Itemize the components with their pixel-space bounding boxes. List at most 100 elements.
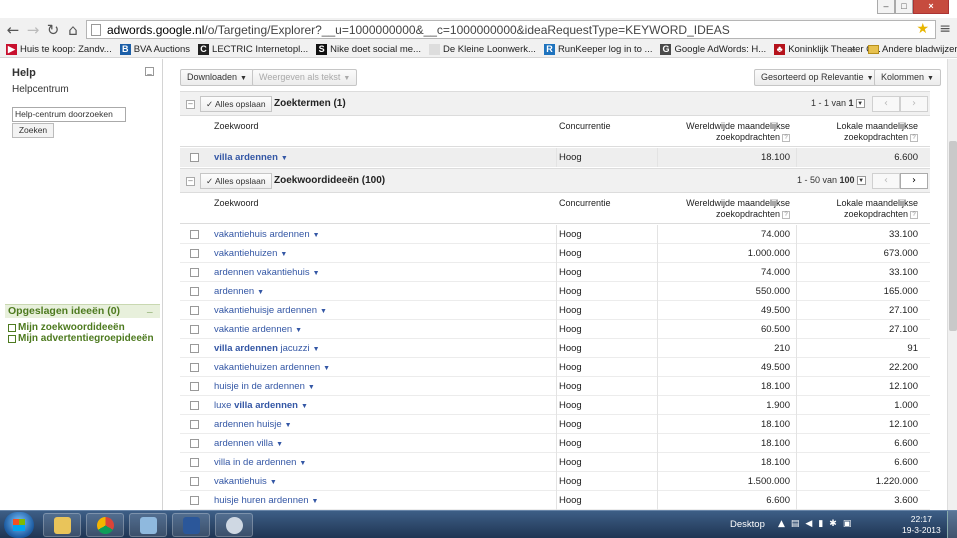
forward-arrow-icon[interactable]: →: [24, 21, 42, 39]
keyword-dropdown-icon[interactable]: ▼: [313, 346, 320, 353]
keyword-link[interactable]: luxe villa ardennen ▼: [214, 400, 308, 411]
keyword-link[interactable]: vakantiehuis ardennen ▼: [214, 229, 320, 240]
row-checkbox[interactable]: [190, 268, 199, 277]
sort-button[interactable]: Gesorteerd op Relevantie ▼: [754, 69, 881, 86]
keyword-dropdown-icon[interactable]: ▼: [313, 270, 320, 277]
keyword-dropdown-icon[interactable]: ▼: [299, 460, 306, 467]
scroll-thumb[interactable]: [949, 141, 957, 331]
help-question-icon[interactable]: ?: [910, 133, 918, 142]
keyword-dropdown-icon[interactable]: ▼: [281, 155, 288, 162]
notepad-taskbar-icon[interactable]: [129, 513, 167, 537]
next-page-button[interactable]: ›: [900, 96, 928, 112]
bookmark-item[interactable]: ♣ Koninklijk Theater C...: [774, 44, 881, 55]
global-searches-column-header[interactable]: Wereldwijde maandelijkse zoekopdrachten?: [686, 198, 790, 220]
competition-column-header[interactable]: Concurrentie: [559, 121, 611, 132]
keyword-dropdown-icon[interactable]: ▼: [301, 403, 308, 410]
keyword-dropdown-icon[interactable]: ▼: [323, 365, 330, 372]
keyword-link[interactable]: ardennen vakantiehuis ▼: [214, 267, 320, 278]
help-search-button[interactable]: Zoeken: [12, 123, 54, 138]
global-searches-column-header[interactable]: Wereldwijde maandelijkse zoekopdrachten?: [686, 121, 790, 143]
row-checkbox[interactable]: [190, 439, 199, 448]
home-icon[interactable]: ⌂: [64, 21, 82, 39]
bookmark-item[interactable]: ▶ Huis te koop: Zandv...: [6, 44, 112, 55]
system-tray-icons[interactable]: ▲▤◀▮✱▣: [778, 519, 857, 529]
local-searches-column-header[interactable]: Lokale maandelijkse zoekopdrachten?: [836, 121, 918, 143]
competition-column-header[interactable]: Concurrentie: [559, 198, 611, 209]
pager-dropdown-icon[interactable]: ▼: [855, 99, 865, 109]
bookmark-item[interactable]: De Kleine Loonwerk...: [428, 44, 536, 55]
bookmark-item[interactable]: G Google AdWords: H...: [660, 44, 766, 55]
explorer-taskbar-icon[interactable]: [43, 513, 81, 537]
prev-page-button[interactable]: ‹: [872, 173, 900, 189]
keyword-column-header[interactable]: Zoekwoord: [214, 198, 259, 209]
reload-icon[interactable]: ↻: [44, 21, 62, 39]
keyword-link[interactable]: vakantiehuis ▼: [214, 476, 277, 487]
close-button[interactable]: ×: [913, 0, 949, 14]
row-checkbox[interactable]: [190, 382, 199, 391]
keyword-dropdown-icon[interactable]: ▼: [312, 498, 319, 505]
keyword-link[interactable]: villa in de ardennen ▼: [214, 457, 306, 468]
pager-dropdown-icon[interactable]: ▼: [856, 176, 866, 186]
keyword-link[interactable]: vakantiehuizen ardennen ▼: [214, 362, 330, 373]
keyword-link[interactable]: villa ardennen ▼: [214, 152, 288, 163]
local-searches-column-header[interactable]: Lokale maandelijkse zoekopdrachten?: [836, 198, 918, 220]
keyword-link[interactable]: villa ardennen jacuzzi ▼: [214, 343, 320, 354]
collapse-help-icon[interactable]: _: [145, 67, 154, 76]
row-checkbox[interactable]: [190, 344, 199, 353]
vertical-scrollbar[interactable]: [947, 59, 957, 510]
show-desktop-button[interactable]: [947, 511, 957, 538]
back-arrow-icon[interactable]: ←: [4, 21, 22, 39]
desktop-toolbar-label[interactable]: Desktop: [730, 519, 765, 530]
help-search-input[interactable]: Help-centrum doorzoeken: [12, 107, 126, 122]
other-bookmarks-folder[interactable]: Andere bladwijzers: [868, 44, 957, 55]
row-checkbox[interactable]: [190, 306, 199, 315]
help-question-icon[interactable]: ?: [782, 210, 790, 219]
help-center-link[interactable]: Helpcentrum: [12, 84, 69, 95]
keyword-link[interactable]: ardennen huisje ▼: [214, 419, 292, 430]
view-as-text-button[interactable]: Weergeven als tekst ▼: [252, 69, 358, 86]
keyword-dropdown-icon[interactable]: ▼: [308, 384, 315, 391]
keyword-column-header[interactable]: Zoekwoord: [214, 121, 259, 132]
save-all-button[interactable]: ✓ Alles opslaan: [200, 96, 272, 112]
save-all-button[interactable]: ✓ Alles opslaan: [200, 173, 272, 189]
row-checkbox[interactable]: [190, 230, 199, 239]
keyword-link[interactable]: vakantiehuisje ardennen ▼: [214, 305, 327, 316]
collapse-saved-icon[interactable]: _: [147, 303, 153, 314]
keyword-dropdown-icon[interactable]: ▼: [295, 327, 302, 334]
keyword-dropdown-icon[interactable]: ▼: [280, 251, 287, 258]
row-checkbox[interactable]: [190, 249, 199, 258]
bookmark-item[interactable]: R RunKeeper log in to ...: [543, 44, 652, 55]
start-button-icon[interactable]: [4, 512, 34, 538]
keyword-dropdown-icon[interactable]: ▼: [276, 441, 283, 448]
keyword-link[interactable]: huisje in de ardennen ▼: [214, 381, 315, 392]
help-question-icon[interactable]: ?: [910, 210, 918, 219]
minimize-button[interactable]: –: [877, 0, 895, 14]
clock[interactable]: 22:17 19-3-2013: [902, 514, 941, 536]
collapse-icon[interactable]: –: [186, 177, 195, 186]
chrome-menu-icon[interactable]: ≡: [939, 21, 951, 37]
download-button[interactable]: Downloaden ▼: [180, 69, 254, 86]
row-checkbox[interactable]: [190, 496, 199, 505]
saved-adgroup-ideas-link[interactable]: Mijn advertentiegroepideeën: [8, 333, 154, 344]
saved-keyword-ideas-link[interactable]: Mijn zoekwoordideeën: [8, 322, 125, 333]
row-checkbox[interactable]: [190, 325, 199, 334]
row-checkbox[interactable]: [190, 420, 199, 429]
row-checkbox[interactable]: [190, 477, 199, 486]
word-taskbar-icon[interactable]: [172, 513, 210, 537]
keyword-dropdown-icon[interactable]: ▼: [257, 289, 264, 296]
keyword-dropdown-icon[interactable]: ▼: [313, 232, 320, 239]
keyword-dropdown-icon[interactable]: ▼: [285, 422, 292, 429]
keyword-link[interactable]: vakantiehuizen ▼: [214, 248, 287, 259]
row-checkbox[interactable]: [190, 363, 199, 372]
bookmark-item[interactable]: C LECTRIC Internetopl...: [198, 44, 308, 55]
columns-button[interactable]: Kolommen ▼: [874, 69, 941, 86]
next-page-button[interactable]: ›: [900, 173, 928, 189]
keyword-link[interactable]: huisje huren ardennen ▼: [214, 495, 318, 506]
keyword-link[interactable]: ardennen villa ▼: [214, 438, 283, 449]
keyword-link[interactable]: vakantie ardennen ▼: [214, 324, 302, 335]
maximize-button[interactable]: □: [895, 0, 913, 14]
row-checkbox[interactable]: [190, 287, 199, 296]
address-bar[interactable]: adwords.google.nl/o/Targeting/Explorer?_…: [86, 20, 936, 39]
bookmark-star-icon[interactable]: ★: [916, 21, 929, 37]
chrome-taskbar-icon[interactable]: [86, 513, 124, 537]
